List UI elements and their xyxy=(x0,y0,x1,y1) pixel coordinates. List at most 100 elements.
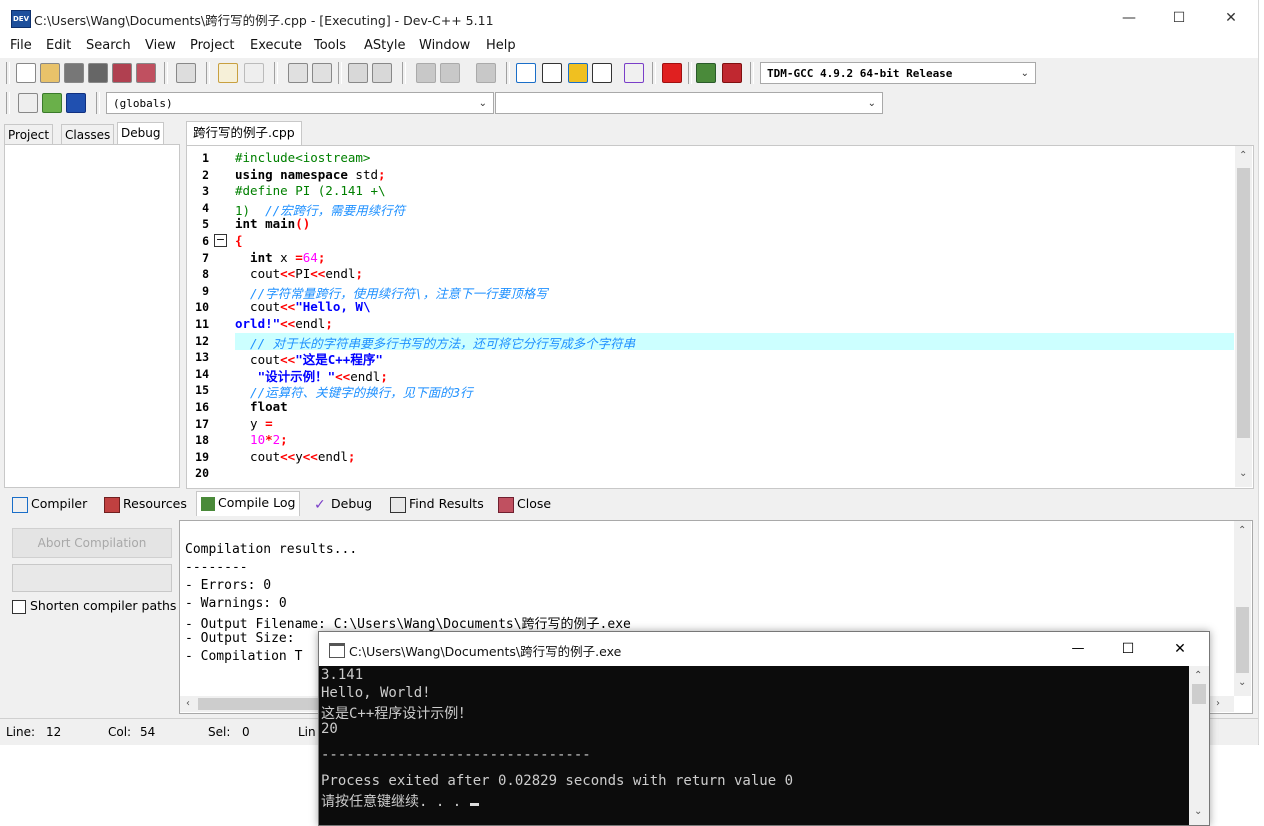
abort-compilation-button[interactable]: Abort Compilation xyxy=(12,528,172,558)
find-icon[interactable] xyxy=(288,63,308,83)
indent-icon[interactable] xyxy=(348,63,368,83)
console-vertical-scrollbar[interactable]: ⌃ ⌄ xyxy=(1189,666,1209,825)
log-line: - Warnings: 0 xyxy=(185,596,287,611)
save-icon[interactable] xyxy=(64,63,84,83)
console-output[interactable]: 3.141 Hello, World! 这是C++程序设计示例！ 20 ----… xyxy=(319,666,1189,825)
scrollbar-thumb[interactable] xyxy=(1237,168,1250,438)
members-select[interactable]: ⌄ xyxy=(495,92,883,114)
replace-icon[interactable] xyxy=(312,63,332,83)
scrollbar-thumb[interactable] xyxy=(1192,684,1206,704)
fold-minus-icon[interactable]: − xyxy=(214,234,227,247)
unindent-icon[interactable] xyxy=(372,63,392,83)
scroll-up-icon[interactable]: ⌃ xyxy=(1194,670,1202,681)
globals-select[interactable]: (globals) ⌄ xyxy=(106,92,494,114)
scroll-right-icon[interactable]: › xyxy=(1216,698,1220,709)
undo-icon[interactable] xyxy=(218,63,238,83)
compiler-select[interactable]: TDM-GCC 4.9.2 64-bit Release ⌄ xyxy=(760,62,1036,84)
syntax-check-icon[interactable] xyxy=(624,63,644,83)
tab-find-results-label: Find Results xyxy=(409,496,484,511)
menu-window[interactable]: Window xyxy=(419,38,470,53)
tab-project[interactable]: Project xyxy=(4,124,54,146)
scrollbar-thumb[interactable] xyxy=(198,698,318,710)
code-line: #include<iostream> xyxy=(235,150,370,165)
console-maximize-button[interactable]: ☐ xyxy=(1105,632,1151,666)
scrollbar-thumb[interactable] xyxy=(1236,607,1249,673)
scroll-left-icon[interactable]: ‹ xyxy=(186,698,190,709)
code-token: #include<iostream> xyxy=(235,150,371,165)
status-line-value: 12 xyxy=(46,725,62,739)
tab-debug[interactable]: Debug xyxy=(117,122,165,145)
menu-astyle[interactable]: AStyle xyxy=(364,38,406,53)
delete-profile-icon[interactable] xyxy=(722,63,742,83)
console-close-button[interactable]: ✕ xyxy=(1157,632,1203,666)
insert-icon[interactable] xyxy=(18,93,38,113)
tab-classes[interactable]: Classes xyxy=(61,124,115,146)
menu-tools[interactable]: Tools xyxy=(314,38,346,53)
profile-icon[interactable] xyxy=(696,63,716,83)
goto-bookmark-icon[interactable] xyxy=(440,63,460,83)
console-minimize-button[interactable]: — xyxy=(1055,632,1101,666)
goto-definition-icon[interactable] xyxy=(66,93,86,113)
stop-execution-icon[interactable] xyxy=(662,63,682,83)
compile-run-icon[interactable] xyxy=(568,63,588,83)
toolbar-separator xyxy=(206,62,210,84)
code-line: #define PI (2.141 +\ xyxy=(235,183,386,198)
run-icon[interactable] xyxy=(542,63,562,83)
log-line: Compilation results... xyxy=(185,542,358,557)
code-line: y = xyxy=(235,416,273,431)
tab-close[interactable]: Close xyxy=(494,493,555,515)
tab-find-results[interactable]: Find Results xyxy=(386,493,488,515)
minimize-button[interactable]: — xyxy=(1102,0,1156,36)
scroll-down-icon[interactable]: ⌄ xyxy=(1194,806,1202,817)
tab-resources[interactable]: Resources xyxy=(100,493,191,515)
shorten-compiler-paths-checkbox[interactable]: Shorten compiler paths xyxy=(12,598,176,614)
code-line: int x =64; xyxy=(235,250,325,265)
log-vertical-scrollbar[interactable]: ⌃ ⌄ xyxy=(1234,521,1251,696)
rebuild-all-icon[interactable] xyxy=(592,63,612,83)
menu-edit[interactable]: Edit xyxy=(46,38,71,53)
window-title: C:\Users\Wang\Documents\跨行写的例子.cpp - [Ex… xyxy=(34,13,494,28)
chevron-down-icon: ⌄ xyxy=(867,98,876,109)
close-button[interactable]: ✕ xyxy=(1204,0,1258,36)
checkbox-icon[interactable] xyxy=(12,599,26,614)
redo-icon[interactable] xyxy=(244,63,264,83)
code-editor[interactable]: 1 2 3 4 5 6 7 8 9 10 11 12 13 14 15 16 1… xyxy=(186,145,1254,489)
scroll-up-icon[interactable]: ⌃ xyxy=(1239,150,1247,161)
editor-vertical-scrollbar[interactable]: ⌃ ⌄ xyxy=(1235,146,1252,487)
code-line: float xyxy=(235,399,288,414)
goto-declaration-icon[interactable] xyxy=(42,93,62,113)
open-file-icon[interactable] xyxy=(40,63,60,83)
line-number: 17 xyxy=(195,416,209,431)
close-file-icon[interactable] xyxy=(112,63,132,83)
scroll-down-icon[interactable]: ⌄ xyxy=(1238,677,1246,688)
menu-help[interactable]: Help xyxy=(486,38,516,53)
code-token: << xyxy=(302,448,318,464)
goto-line-icon[interactable] xyxy=(476,63,496,83)
save-all-icon[interactable] xyxy=(88,63,108,83)
print-icon[interactable] xyxy=(176,63,196,83)
close-all-icon[interactable] xyxy=(136,63,156,83)
tab-debug-bottom[interactable]: ✓ Debug xyxy=(310,493,376,515)
console-window[interactable]: C:\Users\Wang\Documents\跨行写的例子.exe — ☐ ✕… xyxy=(318,631,1210,826)
new-file-icon[interactable] xyxy=(16,63,36,83)
tab-debug-label: Debug xyxy=(331,496,373,511)
tab-compile-log[interactable]: Compile Log xyxy=(196,491,301,516)
line-gutter: 1 2 3 4 5 6 7 8 9 10 11 12 13 14 15 16 1… xyxy=(187,146,233,488)
menu-execute[interactable]: Execute xyxy=(250,38,302,53)
line-number: 15 xyxy=(195,383,209,398)
toggle-bookmark-icon[interactable] xyxy=(416,63,436,83)
menu-search[interactable]: Search xyxy=(86,38,131,53)
scroll-up-icon[interactable]: ⌃ xyxy=(1238,525,1246,536)
menu-bar: File Edit Search View Project Execute To… xyxy=(0,36,1258,58)
compiler-grid-icon xyxy=(12,496,28,513)
menu-view[interactable]: View xyxy=(145,38,176,53)
scroll-down-icon[interactable]: ⌄ xyxy=(1239,468,1247,479)
compile-icon[interactable] xyxy=(516,63,536,83)
toolbar-separator xyxy=(6,92,10,114)
maximize-button[interactable]: ☐ xyxy=(1152,0,1206,36)
tab-compiler[interactable]: Compiler xyxy=(8,493,91,515)
tab-compiler-label: Compiler xyxy=(31,496,88,511)
editor-file-tab[interactable]: 跨行写的例子.cpp xyxy=(186,121,302,146)
menu-project[interactable]: Project xyxy=(190,38,234,53)
menu-file[interactable]: File xyxy=(10,38,32,53)
